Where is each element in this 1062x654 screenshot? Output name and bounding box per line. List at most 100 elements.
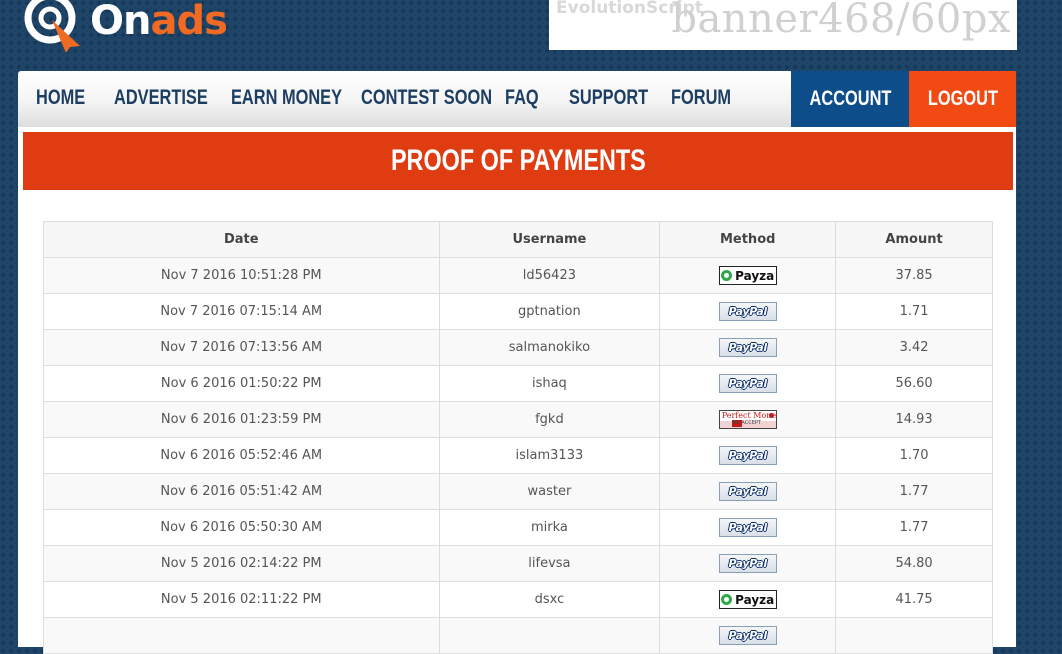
nav-support[interactable]: SUPPORT: [569, 86, 648, 110]
table-row: Nov 6 2016 05:50:30 AM mirka PayPal 1.77: [43, 509, 993, 546]
cell-username: mirka: [438, 509, 661, 546]
table-row: Nov 6 2016 01:50:22 PM ishaq PayPal 56.60: [43, 365, 993, 402]
paypal-logo: PayPal: [718, 374, 777, 393]
paypal-label: PayPal: [728, 557, 768, 570]
cell-date: Nov 6 2016 01:23:59 PM: [43, 401, 440, 438]
paypal-label: PayPal: [728, 485, 768, 498]
nav-faq[interactable]: FAQ: [505, 86, 539, 110]
cell-username: salmanokiko: [438, 329, 661, 366]
nav-earn-money[interactable]: EARN MONEY: [231, 86, 342, 110]
paypal-logo: PayPal: [718, 626, 777, 645]
paypal-label: PayPal: [728, 521, 768, 534]
nav-advertise[interactable]: ADVERTISE: [114, 86, 208, 110]
table-row: Nov 7 2016 07:15:14 AM gptnation PayPal 1.7…: [43, 293, 993, 330]
cell-date: Nov 6 2016 05:52:46 AM: [43, 437, 440, 474]
cell-username: fgkd: [438, 401, 661, 438]
column-header-username: Username: [438, 221, 661, 258]
nav-forum[interactable]: FORUM: [671, 86, 731, 110]
cell-date: Nov 7 2016 07:13:56 AM: [43, 329, 440, 366]
payza-icon: [721, 594, 733, 605]
cell-method: PayPal: [659, 473, 837, 510]
paypal-label: PayPal: [728, 377, 768, 390]
cell-method: Payza: [659, 581, 837, 618]
payza-logo: Payza: [718, 266, 777, 285]
perfect-money-strip: WE ACCEPT: [719, 420, 776, 428]
cell-method: PayPal: [659, 365, 837, 402]
cell-date: Nov 5 2016 02:14:22 PM: [43, 545, 440, 582]
cell-amount: 41.75: [835, 581, 993, 618]
cell-username: islam3133: [438, 437, 661, 474]
cell-date: Nov 7 2016 10:51:28 PM: [43, 257, 440, 294]
cell-method: Payza: [659, 257, 837, 294]
table-row: Nov 5 2016 02:14:22 PM lifevsa PayPal 54.80: [43, 545, 993, 582]
payza-logo: Payza: [718, 590, 777, 609]
payza-label: Payza: [735, 592, 775, 607]
perfect-money-dot-icon: [768, 413, 774, 418]
cell-amount: 1.70: [835, 437, 993, 474]
paypal-label: PayPal: [728, 341, 768, 354]
paypal-label: PayPal: [728, 305, 768, 318]
table-row: Nov 7 2016 07:13:56 AM salmanokiko PayPal 3…: [43, 329, 993, 366]
cell-date: Nov 7 2016 07:15:14 AM: [43, 293, 440, 330]
cell-username: lifevsa: [438, 545, 661, 582]
cell-date: [43, 617, 440, 654]
perfect-money-accept-label: WE ACCEPT: [731, 420, 761, 426]
cell-method: PayPal: [659, 293, 837, 330]
cell-username: [438, 617, 661, 654]
cell-amount: 14.93: [835, 401, 993, 438]
cell-username: ishaq: [438, 365, 661, 402]
logo-part-on: On: [90, 0, 151, 44]
cell-username: gptnation: [438, 293, 661, 330]
cell-username: dsxc: [438, 581, 661, 618]
cell-amount: 37.85: [835, 257, 993, 294]
paypal-logo: PayPal: [718, 446, 777, 465]
cell-date: Nov 6 2016 05:51:42 AM: [43, 473, 440, 510]
logout-button-label: LOGOUT: [927, 87, 998, 110]
main-navigation: HOME ADVERTISE EARN MONEY CONTEST SOON F…: [18, 71, 1016, 127]
table-row: Nov 7 2016 10:51:28 PM ld56423 Payza 37.85: [43, 257, 993, 294]
page-title: PROOF OF PAYMENTS: [390, 144, 646, 177]
logo-wordmark: Onads: [90, 0, 228, 44]
paypal-logo: PayPal: [718, 482, 777, 501]
table-row: Nov 6 2016 01:23:59 PM fgkd Perfect Money W…: [43, 401, 993, 438]
cell-amount: 1.71: [835, 293, 993, 330]
cell-date: Nov 5 2016 02:11:22 PM: [43, 581, 440, 618]
cell-username: ld56423: [438, 257, 661, 294]
logo-part-ads: ads: [150, 0, 227, 44]
logo-target-icon: [24, 0, 80, 52]
paypal-logo: PayPal: [718, 338, 777, 357]
cell-amount: 3.42: [835, 329, 993, 366]
nav-home[interactable]: HOME: [36, 86, 85, 110]
account-button[interactable]: ACCOUNT: [791, 71, 909, 127]
cell-date: Nov 6 2016 01:50:22 PM: [43, 365, 440, 402]
paypal-logo: PayPal: [718, 518, 777, 537]
cell-date: Nov 6 2016 05:50:30 AM: [43, 509, 440, 546]
logout-button[interactable]: LOGOUT: [909, 71, 1016, 127]
column-header-date: Date: [43, 221, 440, 258]
paypal-label: PayPal: [728, 629, 768, 642]
cell-method: PayPal: [659, 617, 837, 654]
column-header-amount: Amount: [835, 221, 993, 258]
table-row: Nov 6 2016 05:51:42 AM waster PayPal 1.77: [43, 473, 993, 510]
paypal-label: PayPal: [728, 449, 768, 462]
payments-table: Date Username Method Amount Nov 7 2016 1…: [43, 221, 993, 654]
cell-amount: [835, 617, 993, 654]
cell-amount: 1.77: [835, 509, 993, 546]
cell-username: waster: [438, 473, 661, 510]
column-header-method: Method: [659, 221, 837, 258]
table-row: Nov 5 2016 02:11:22 PM dsxc Payza 41.75: [43, 581, 993, 618]
paypal-logo: PayPal: [718, 302, 777, 321]
nav-contest-soon[interactable]: CONTEST SOON: [361, 86, 492, 110]
paypal-logo: PayPal: [718, 554, 777, 573]
page-title-bar: PROOF OF PAYMENTS: [23, 132, 1013, 190]
cell-amount: 56.60: [835, 365, 993, 402]
cell-method: Perfect Money WE ACCEPT: [659, 401, 837, 438]
payza-label: Payza: [735, 268, 775, 283]
table-header-row: Date Username Method Amount: [43, 221, 993, 258]
site-logo[interactable]: Onads: [22, 0, 228, 56]
table-row: Nov 6 2016 05:52:46 AM islam3133 PayPal 1.7…: [43, 437, 993, 474]
cell-method: PayPal: [659, 509, 837, 546]
cell-amount: 1.77: [835, 473, 993, 510]
cell-amount: 54.80: [835, 545, 993, 582]
ad-banner[interactable]: EvolutionScript banner468/60px: [549, 0, 1017, 50]
